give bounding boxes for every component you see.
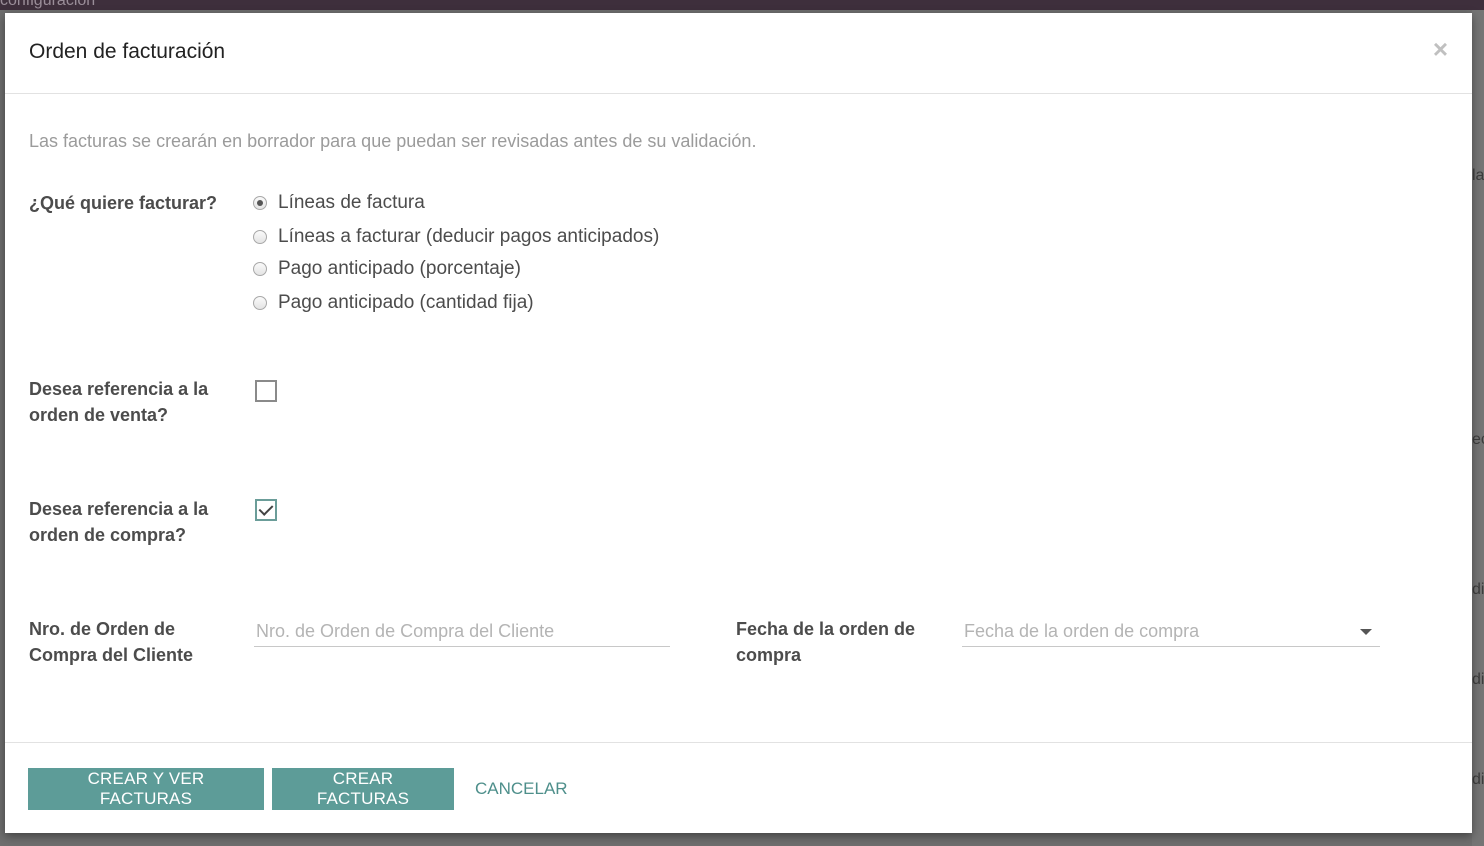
background-topbar: configuración (0, 0, 1484, 10)
purchase-order-date-label: Fecha de la orden de compra (736, 616, 915, 668)
ref-sale-order-checkbox[interactable] (255, 380, 277, 402)
cancel-button[interactable]: CANCELAR (471, 768, 572, 810)
dialog-intro-text: Las facturas se crearán en borrador para… (29, 131, 757, 151)
customer-po-number-input[interactable] (254, 617, 670, 647)
radio-button[interactable] (253, 230, 267, 244)
background-fragment: di (1472, 581, 1484, 598)
background-fragment: di (1472, 671, 1484, 688)
radio-label[interactable]: Líneas a facturar (deducir pagos anticip… (278, 226, 659, 248)
radio-option-invoice-lines[interactable]: Líneas de factura (253, 191, 425, 215)
radio-label[interactable]: Líneas de factura (278, 192, 425, 214)
background-topbar-text: configuración (0, 0, 96, 9)
ref-sale-order-label: Desea referencia a la orden de venta? (29, 376, 208, 428)
purchase-order-date-label-line1: Fecha de la orden de (736, 619, 916, 639)
purchase-order-date-placeholder: Fecha de la orden de compra (964, 621, 1200, 641)
ref-sale-order-label-line2: orden de venta? (29, 405, 169, 425)
radio-option-down-payment-percentage[interactable]: Pago anticipado (porcentaje) (253, 257, 521, 281)
ref-purchase-order-label-line2: orden de compra? (29, 525, 187, 545)
radio-label[interactable]: Pago anticipado (cantidad fija) (278, 292, 534, 314)
ref-purchase-order-label-line1: Desea referencia a la (29, 499, 209, 519)
customer-po-number-label-line1: Nro. de Orden de (29, 619, 176, 639)
create-and-view-invoices-button[interactable]: CREAR Y VER FACTURAS (28, 768, 264, 810)
purchase-order-date-field[interactable]: Fecha de la orden de compra (962, 617, 1380, 647)
chevron-down-icon[interactable] (1360, 629, 1372, 635)
radio-option-down-payment-fixed[interactable]: Pago anticipado (cantidad fija) (253, 291, 534, 315)
radio-button[interactable] (253, 196, 267, 210)
ref-sale-order-label-line1: Desea referencia a la (29, 379, 209, 399)
invoice-order-dialog: Orden de facturación × Las facturas se c… (5, 13, 1472, 833)
background-fragment: la (1472, 167, 1484, 184)
purchase-order-date-label-line2: compra (736, 645, 802, 665)
background-fragment: ec (1472, 431, 1484, 448)
radio-option-deduct-down-payments[interactable]: Líneas a facturar (deducir pagos anticip… (253, 225, 659, 249)
close-icon[interactable]: × (1433, 36, 1448, 62)
background-right-panel (1472, 10, 1484, 846)
create-invoices-button[interactable]: CREAR FACTURAS (272, 768, 454, 810)
ref-purchase-order-label: Desea referencia a la orden de compra? (29, 496, 208, 548)
radio-button[interactable] (253, 262, 267, 276)
invoice-method-label: ¿Qué quiere facturar? (29, 193, 218, 213)
ref-purchase-order-checkbox[interactable] (255, 499, 277, 521)
dialog-header: Orden de facturación × (5, 13, 1472, 94)
background-fragment: di (1472, 771, 1484, 788)
dialog-title: Orden de facturación (29, 40, 226, 63)
radio-button[interactable] (253, 296, 267, 310)
dialog-footer: CREAR Y VER FACTURAS CREAR FACTURAS CANC… (5, 742, 1472, 834)
radio-label[interactable]: Pago anticipado (porcentaje) (278, 258, 521, 280)
customer-po-number-label-line2: Compra del Cliente (29, 645, 194, 665)
customer-po-number-label: Nro. de Orden de Compra del Cliente (29, 616, 193, 668)
